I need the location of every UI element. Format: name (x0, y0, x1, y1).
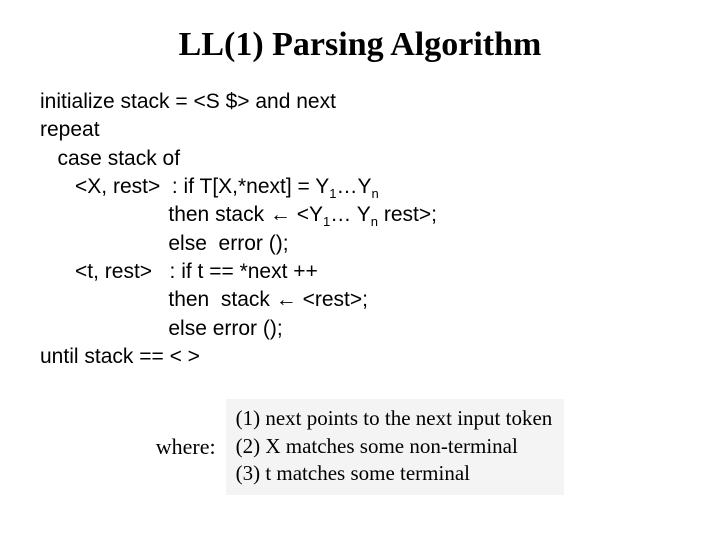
algo-line-3: case stack of (40, 147, 180, 170)
where-box: (1) next points to the next input token … (226, 399, 565, 495)
subscript-n: n (372, 186, 379, 201)
where-note-1: (1) next points to the next input token (236, 405, 553, 432)
algo-line-7: <t, rest> : if t == *next ++ (40, 260, 318, 283)
algo-line-9: else error (); (40, 317, 283, 340)
algo-line-6: else error (); (40, 232, 289, 255)
where-label: where: (156, 434, 216, 460)
where-note-3: (3) t matches some terminal (236, 460, 553, 487)
subscript-n: n (371, 215, 378, 230)
algo-line-2: repeat (40, 118, 100, 141)
page-title: LL(1) Parsing Algorithm (40, 26, 680, 64)
algo-line-8: then stack ← <rest>; (40, 288, 368, 311)
subscript-1: 1 (329, 186, 336, 201)
where-section: where: (1) next points to the next input… (40, 399, 680, 495)
algo-line-1: initialize stack = <S $> and next (40, 90, 336, 113)
slide: LL(1) Parsing Algorithm initialize stack… (0, 0, 720, 540)
algo-line-4: <X, rest> : if T[X,*next] = Y1…Yn (40, 175, 379, 198)
algo-line-10: until stack == < > (40, 345, 200, 368)
where-note-2: (2) X matches some non-terminal (236, 433, 553, 460)
algorithm-block: initialize stack = <S $> and next repeat… (40, 88, 680, 371)
algo-line-5: then stack ← <Y1… Yn rest>; (40, 203, 437, 226)
